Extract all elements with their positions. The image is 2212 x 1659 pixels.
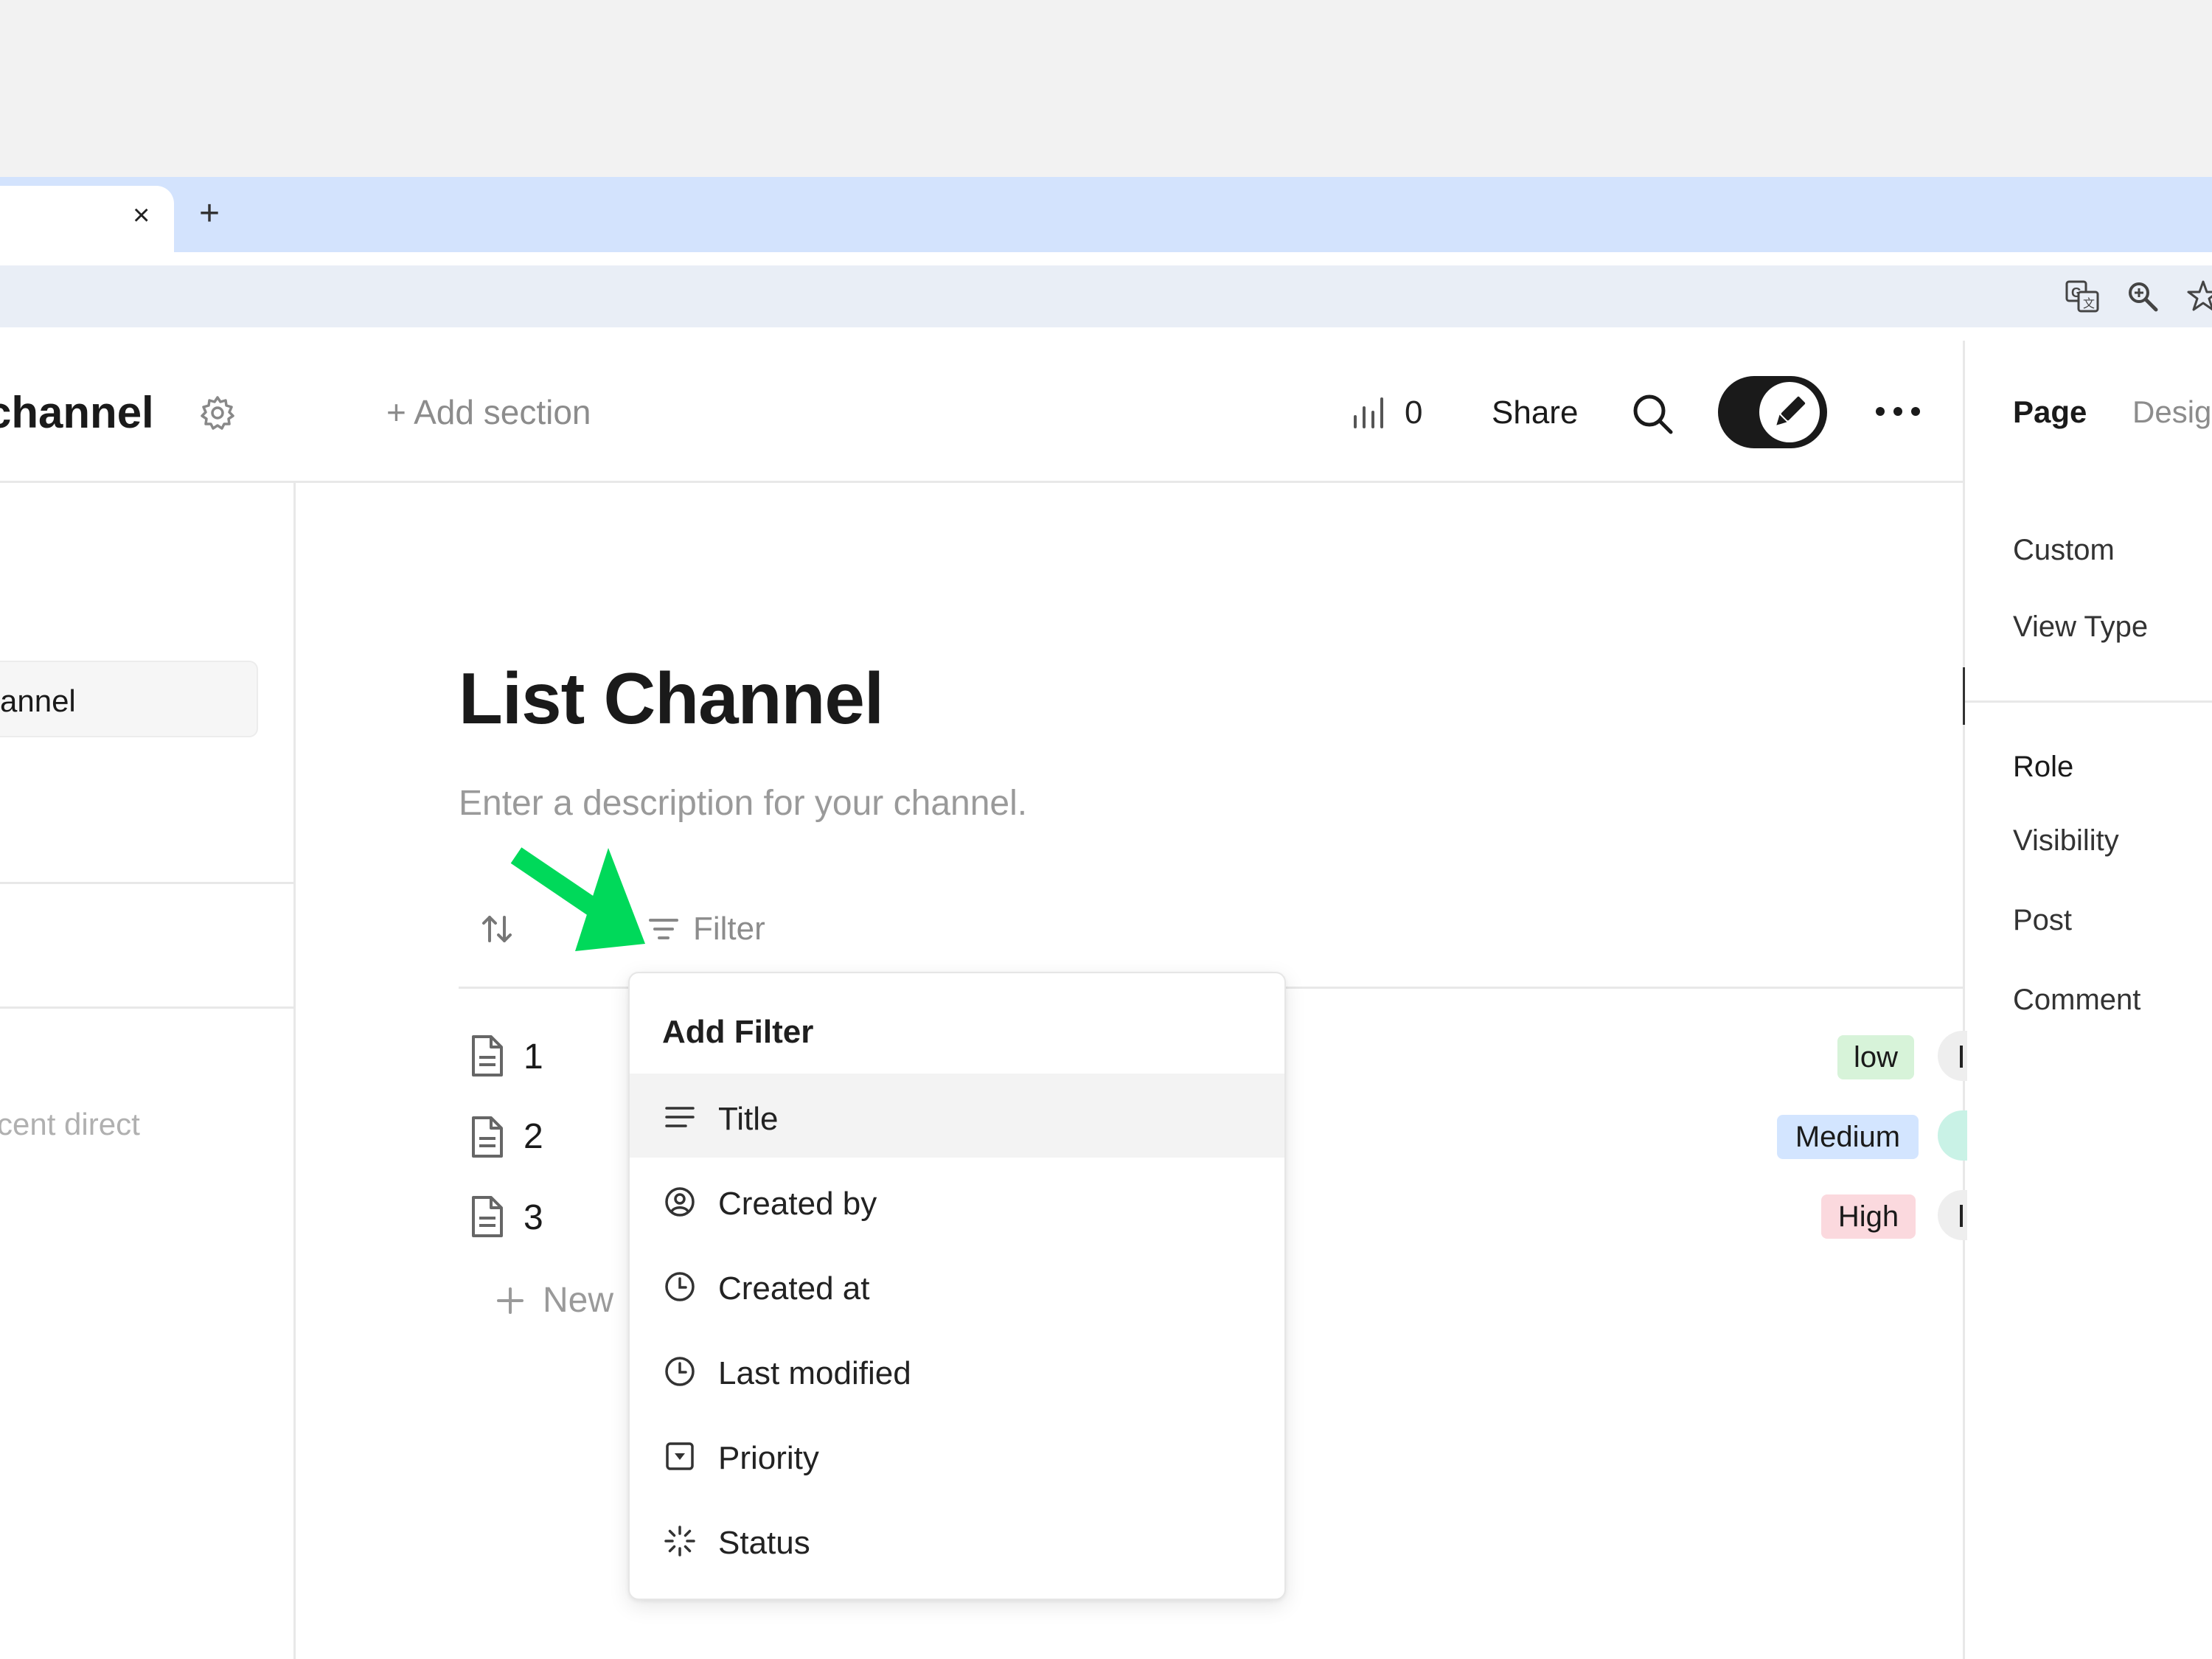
sidebar-recent-placeholder: cent direct (0, 1107, 140, 1141)
menu-item-label: Priority (718, 1440, 819, 1476)
document-icon (469, 1194, 506, 1239)
close-tab-icon[interactable]: × (133, 201, 150, 230)
priority-badge[interactable]: low (1837, 1035, 1914, 1079)
tab-page[interactable]: Page (2013, 397, 2087, 428)
panel-edge-marker (1963, 667, 1965, 725)
plus-icon[interactable] (494, 1284, 526, 1317)
gear-icon[interactable] (199, 394, 236, 431)
browser-tab-strip (0, 177, 2212, 252)
user-circle-icon (664, 1186, 696, 1218)
row-title[interactable]: 2 (524, 1119, 543, 1155)
pencil-icon (1759, 382, 1820, 442)
sidebar-divider-2 (0, 1006, 293, 1009)
sidebar-item-selected[interactable]: annel (0, 661, 258, 737)
menu-item-label: Title (718, 1101, 779, 1137)
document-icon (469, 1034, 506, 1078)
panel-divider (1965, 700, 2212, 703)
tab-design[interactable]: Desig (2132, 397, 2211, 428)
filter-button[interactable]: Filter (693, 913, 765, 945)
sidebar-divider (293, 483, 296, 1659)
browser-toolbar (0, 252, 2212, 265)
document-icon (469, 1115, 506, 1159)
new-row-button[interactable]: New (543, 1283, 613, 1318)
svg-text:文: 文 (2083, 297, 2095, 310)
filter-option-created-by[interactable]: Created by (630, 1158, 1284, 1242)
add-section-button[interactable]: + Add section (386, 395, 591, 429)
panel-item-visibility[interactable]: Visibility (2013, 826, 2119, 855)
filter-option-created-at[interactable]: Created at (630, 1243, 1284, 1327)
filter-option-last-modified[interactable]: Last modified (630, 1328, 1284, 1412)
filter-option-priority[interactable]: Priority (630, 1413, 1284, 1497)
sidebar-divider-1 (0, 882, 293, 884)
new-tab-button[interactable]: + (199, 196, 220, 232)
row-title[interactable]: 3 (524, 1200, 543, 1236)
clock-icon (664, 1355, 696, 1388)
sidebar-item-label: annel (0, 684, 76, 718)
priority-badge[interactable]: Medium (1777, 1115, 1919, 1159)
filter-option-title[interactable]: Title (630, 1074, 1284, 1158)
bookmark-star-icon[interactable] (2185, 279, 2212, 314)
translate-icon[interactable]: G 文 (2065, 279, 2100, 314)
menu-heading: Add Filter (662, 1014, 814, 1050)
priority-badge[interactable]: High (1821, 1194, 1916, 1239)
filter-option-status[interactable]: Status (630, 1498, 1284, 1582)
panel-item-comment[interactable]: Comment (2013, 985, 2140, 1015)
annotation-arrow-icon (501, 841, 664, 966)
more-options-icon[interactable] (1873, 404, 1923, 419)
select-dropdown-icon (664, 1440, 696, 1472)
channel-title: channel (0, 388, 154, 437)
menu-item-label: Status (718, 1525, 810, 1561)
text-lines-icon (664, 1101, 696, 1133)
page-title[interactable]: List Channel (459, 662, 884, 734)
edit-mode-toggle[interactable] (1718, 376, 1827, 448)
menu-item-label: Last modified (718, 1355, 911, 1391)
stats-count[interactable]: 0 (1405, 397, 1422, 429)
panel-item-view-type[interactable]: View Type (2013, 612, 2148, 641)
panel-item-role[interactable]: Role (2013, 752, 2073, 782)
address-bar[interactable] (0, 265, 2212, 327)
menu-item-label: Created at (718, 1270, 870, 1307)
description-field[interactable]: Enter a description for your channel. (459, 786, 1027, 821)
menu-item-label: Created by (718, 1186, 877, 1222)
chrome-separator (0, 327, 2212, 341)
status-spinner-icon (664, 1525, 696, 1557)
zoom-icon[interactable] (2126, 280, 2159, 313)
clock-icon (664, 1270, 696, 1303)
search-icon[interactable] (1631, 392, 1675, 437)
share-button[interactable]: Share (1492, 397, 1578, 429)
row-title[interactable]: 1 (524, 1040, 543, 1075)
panel-item-custom[interactable]: Custom (2013, 535, 2115, 565)
panel-item-post[interactable]: Post (2013, 905, 2072, 935)
bar-chart-icon[interactable] (1351, 394, 1391, 431)
add-filter-menu: Add Filter Title Created by Created at L… (628, 972, 1286, 1600)
